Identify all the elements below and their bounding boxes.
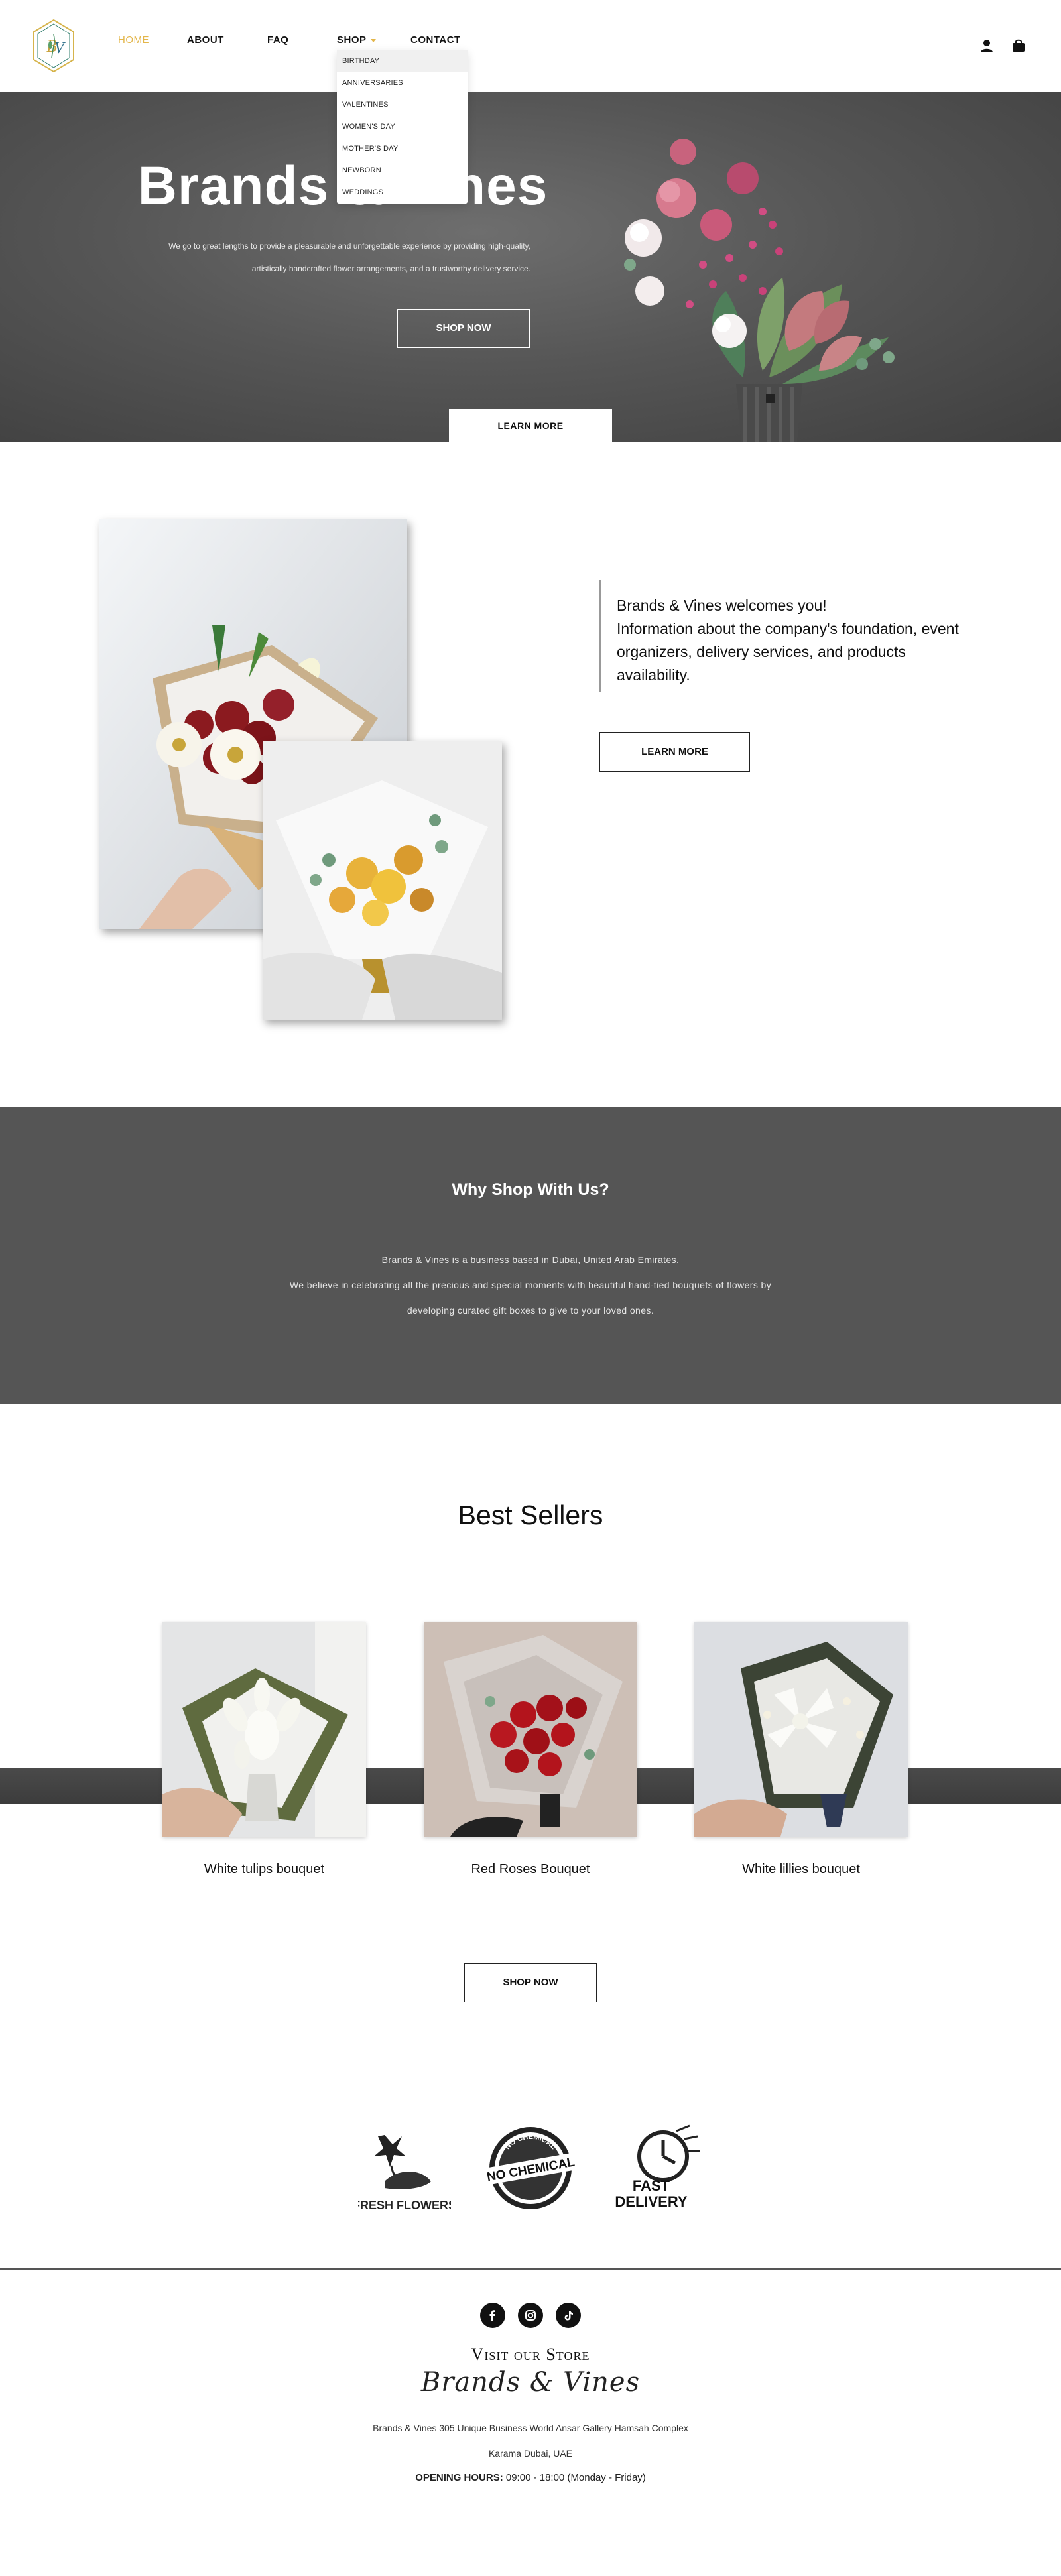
dropdown-item-womens-day[interactable]: WOMEN'S DAY xyxy=(337,116,468,138)
fresh-flowers-label: FRESH FLOWERS xyxy=(358,2199,451,2212)
welcome-heading: Brands & Vines welcomes you! xyxy=(617,597,827,614)
nav-about[interactable]: ABOUT xyxy=(187,34,224,46)
footer-divider xyxy=(0,2268,1061,2270)
product-name-red-roses[interactable]: Red Roses Bouquet xyxy=(424,1862,637,1877)
welcome-divider xyxy=(599,580,601,692)
dropdown-item-birthday[interactable]: BIRTHDAY xyxy=(337,50,468,72)
dropdown-item-newborn[interactable]: NEWBORN xyxy=(337,160,468,182)
nav-home[interactable]: HOME xyxy=(118,34,149,46)
svg-text:V: V xyxy=(54,40,66,57)
best-sellers-title: Best Sellers xyxy=(458,1500,603,1530)
hero-subtitle: We go to great lengths to provide a plea… xyxy=(133,235,530,280)
why-line-3: developing curated gift boxes to give to… xyxy=(406,1305,655,1316)
chevron-down-icon xyxy=(370,38,376,42)
opening-hours-label: OPENING HOURS: xyxy=(415,2472,503,2483)
dropdown-item-anniversaries[interactable]: ANNIVERSARIES xyxy=(337,72,468,94)
brand-logo[interactable]: B V xyxy=(32,19,76,73)
user-icon[interactable] xyxy=(979,38,994,53)
tiktok-icon[interactable] xyxy=(556,2303,581,2328)
dropdown-item-mothers-day[interactable]: MOTHER'S DAY xyxy=(337,138,468,160)
best-sellers-shop-now-button[interactable]: SHOP NOW xyxy=(464,1963,597,2002)
dropdown-item-valentines[interactable]: VALENTINES xyxy=(337,94,468,116)
address-line-1: Brands & Vines 305 Unique Business World… xyxy=(373,2423,688,2433)
why-shop-section: Why Shop With Us? Brands & Vines is a bu… xyxy=(0,1107,1061,1404)
footer-script-logo: Brands & Vines xyxy=(420,2367,641,2398)
site-header: B V HOME ABOUT FAQ SHOP CONTACT xyxy=(0,0,1061,92)
nav-shop[interactable]: SHOP xyxy=(337,34,376,46)
why-title: Why Shop With Us? xyxy=(452,1180,609,1199)
opening-hours: OPENING HOURS: 09:00 - 18:00 (Monday - F… xyxy=(0,2472,1061,2483)
fast-label: FAST xyxy=(633,2177,670,2194)
dropdown-item-weddings[interactable]: WEDDINGS xyxy=(337,182,468,204)
welcome-learn-more-button[interactable]: LEARN MORE xyxy=(599,732,750,772)
hero-banner: Brands & Vines We go to great lengths to… xyxy=(0,92,1061,442)
product-image-white-tulips[interactable] xyxy=(162,1622,366,1837)
product-image-red-roses[interactable] xyxy=(424,1622,637,1837)
nav-contact[interactable]: CONTACT xyxy=(410,34,461,46)
nav-faq[interactable]: FAQ xyxy=(267,34,288,46)
hero-learn-more-button[interactable]: LEARN MORE xyxy=(449,409,612,442)
visit-store-title: Visit our Store xyxy=(471,2345,590,2364)
why-line-2: We believe in celebrating all the precio… xyxy=(289,1280,772,1290)
delivery-label: DELIVERY xyxy=(615,2193,688,2210)
no-chemical-badge-icon: NO CHEMICAL NO CHEMICAL xyxy=(486,2127,576,2209)
address-line-2: Karama Dubai, UAE xyxy=(488,2448,573,2459)
fresh-flowers-badge-icon: FRESH FLOWERS xyxy=(358,2135,451,2212)
instagram-icon[interactable] xyxy=(518,2303,543,2328)
why-line-1: Brands & Vines is a business based in Du… xyxy=(381,1255,680,1265)
hero-flower-vase-image xyxy=(624,139,895,442)
shopping-bag-icon[interactable] xyxy=(1011,38,1026,53)
product-image-white-lillies[interactable] xyxy=(694,1622,908,1837)
product-name-white-lillies[interactable]: White lillies bouquet xyxy=(694,1862,908,1877)
welcome-description: Information about the company's foundati… xyxy=(617,620,959,684)
facebook-icon[interactable] xyxy=(480,2303,505,2328)
product-name-white-tulips[interactable]: White tulips bouquet xyxy=(162,1862,366,1877)
welcome-text: Brands & Vines welcomes you! Information… xyxy=(617,594,975,687)
hero-shop-now-button[interactable]: SHOP NOW xyxy=(397,309,530,348)
bouquet-photo-yellow xyxy=(263,741,502,1020)
opening-hours-value: 09:00 - 18:00 (Monday - Friday) xyxy=(505,2472,646,2483)
hero-subtitle-line-1: We go to great lengths to provide a plea… xyxy=(168,241,530,251)
hero-subtitle-line-2: artistically handcrafted flower arrangem… xyxy=(251,264,530,273)
nav-shop-label: SHOP xyxy=(337,34,367,46)
shop-dropdown-menu: BIRTHDAY ANNIVERSARIES VALENTINES WOMEN'… xyxy=(337,50,468,204)
fast-delivery-badge-icon: FAST DELIVERY xyxy=(615,2124,700,2210)
